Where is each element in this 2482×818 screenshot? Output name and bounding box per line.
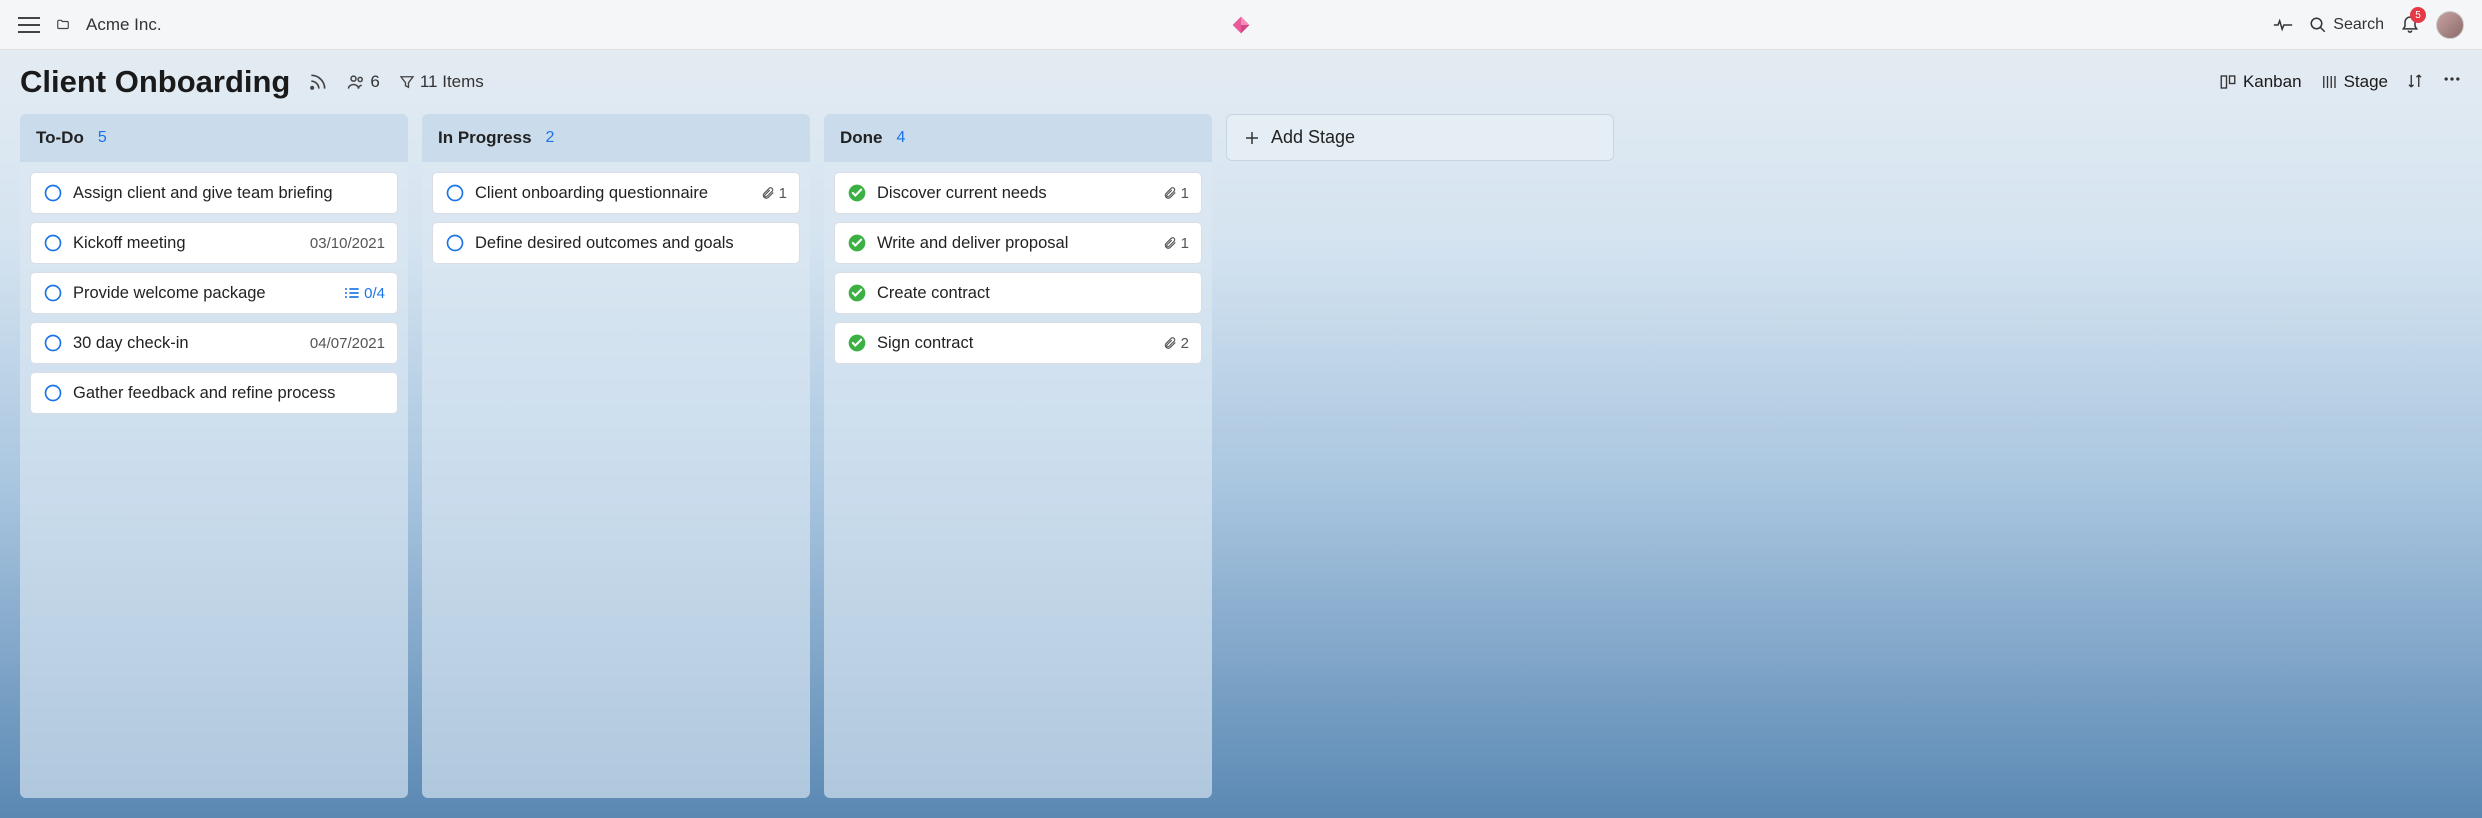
notification-badge: 5 (2410, 7, 2426, 23)
members-button[interactable]: 6 (346, 72, 379, 92)
column-count: 5 (98, 129, 107, 147)
group-label: Stage (2344, 72, 2388, 92)
kanban-column: In Progress 2 Client onboarding questionna… (422, 114, 810, 798)
notifications-button[interactable]: 5 (2400, 13, 2420, 36)
workspace-name[interactable]: Acme Inc. (86, 15, 162, 35)
status-icon[interactable] (43, 233, 63, 253)
card-title: Create contract (877, 284, 1189, 303)
card-title: Write and deliver proposal (877, 234, 1153, 253)
search-label: Search (2333, 16, 2384, 34)
column-cards: Discover current needs1Write and deliver… (824, 162, 1212, 374)
task-card[interactable]: Kickoff meeting 03/10/2021 (30, 222, 398, 264)
status-icon[interactable] (847, 333, 867, 353)
status-icon[interactable] (43, 383, 63, 403)
card-title: Client onboarding questionnaire (475, 184, 751, 203)
topbar: Acme Inc. Search 5 (0, 0, 2482, 50)
rss-icon[interactable] (308, 72, 328, 92)
card-attachments: 2 (1163, 335, 1189, 352)
task-card[interactable]: Client onboarding questionnaire 1 (432, 172, 800, 214)
menu-icon[interactable] (18, 17, 40, 33)
add-stage-label: Add Stage (1271, 127, 1355, 148)
avatar[interactable] (2436, 11, 2464, 39)
task-card[interactable]: Provide welcome package 0/4 (30, 272, 398, 314)
app-logo-icon[interactable] (1231, 15, 1251, 35)
column-cards: Assign client and give team briefing Kick… (20, 162, 408, 424)
sort-icon[interactable] (2406, 72, 2424, 93)
kanban-board: To-Do 5 Assign client and give team briefi… (0, 114, 2482, 818)
task-card[interactable]: Write and deliver proposal 1 (834, 222, 1202, 264)
task-card[interactable]: 30 day check-in 04/07/2021 (30, 322, 398, 364)
status-icon[interactable] (43, 333, 63, 353)
add-stage-button[interactable]: Add Stage (1226, 114, 1614, 161)
column-cards: Client onboarding questionnaire 1 Define d… (422, 162, 810, 274)
column-title: Done (840, 128, 883, 148)
status-icon[interactable] (43, 183, 63, 203)
column-count: 4 (897, 129, 906, 147)
column-header[interactable]: In Progress 2 (422, 114, 810, 162)
card-date: 04/07/2021 (310, 335, 385, 352)
status-icon[interactable] (445, 233, 465, 253)
view-kanban-button[interactable]: Kanban (2219, 72, 2302, 92)
status-icon[interactable] (847, 233, 867, 253)
page-title: Client Onboarding (20, 64, 290, 100)
filter-button[interactable]: 11 Items (398, 72, 484, 92)
card-title: Assign client and give team briefing (73, 184, 385, 203)
more-icon[interactable] (2442, 69, 2462, 95)
kanban-column: Done4Discover current needs1Write and de… (824, 114, 1212, 798)
members-count: 6 (370, 72, 379, 92)
activity-icon[interactable] (2273, 18, 2293, 32)
column-header[interactable]: Done 4 (824, 114, 1212, 162)
column-title: In Progress (438, 128, 532, 148)
card-title: Discover current needs (877, 184, 1153, 203)
task-card[interactable]: Gather feedback and refine process (30, 372, 398, 414)
status-icon[interactable] (43, 283, 63, 303)
card-title: Define desired outcomes and goals (475, 234, 787, 253)
task-card[interactable]: Define desired outcomes and goals (432, 222, 800, 264)
kanban-column: To-Do 5 Assign client and give team briefi… (20, 114, 408, 798)
card-title: Sign contract (877, 334, 1153, 353)
column-header[interactable]: To-Do 5 (20, 114, 408, 162)
group-stage-button[interactable]: Stage (2320, 72, 2388, 92)
status-icon[interactable] (847, 283, 867, 303)
card-attachments: 1 (1163, 235, 1189, 252)
view-label: Kanban (2243, 72, 2302, 92)
item-count: 11 Items (420, 72, 484, 92)
folder-icon (54, 18, 72, 32)
card-checklist: 0/4 (344, 285, 385, 302)
subheader: Client Onboarding 6 11 Items Kanban Stag… (0, 50, 2482, 114)
column-count: 2 (546, 129, 555, 147)
card-title: 30 day check-in (73, 334, 300, 353)
task-card[interactable]: Assign client and give team briefing (30, 172, 398, 214)
status-icon[interactable] (847, 183, 867, 203)
search-button[interactable]: Search (2309, 16, 2384, 34)
card-title: Provide welcome package (73, 284, 334, 303)
plus-icon (1243, 129, 1261, 147)
add-stage-column: Add Stage (1226, 114, 1614, 798)
status-icon[interactable] (445, 183, 465, 203)
card-attachments: 1 (1163, 185, 1189, 202)
search-icon (2309, 16, 2327, 34)
task-card[interactable]: Discover current needs 1 (834, 172, 1202, 214)
card-title: Gather feedback and refine process (73, 384, 385, 403)
task-card[interactable]: Create contract (834, 272, 1202, 314)
card-title: Kickoff meeting (73, 234, 300, 253)
task-card[interactable]: Sign contract 2 (834, 322, 1202, 364)
card-attachments: 1 (761, 185, 787, 202)
card-date: 03/10/2021 (310, 235, 385, 252)
column-title: To-Do (36, 128, 84, 148)
